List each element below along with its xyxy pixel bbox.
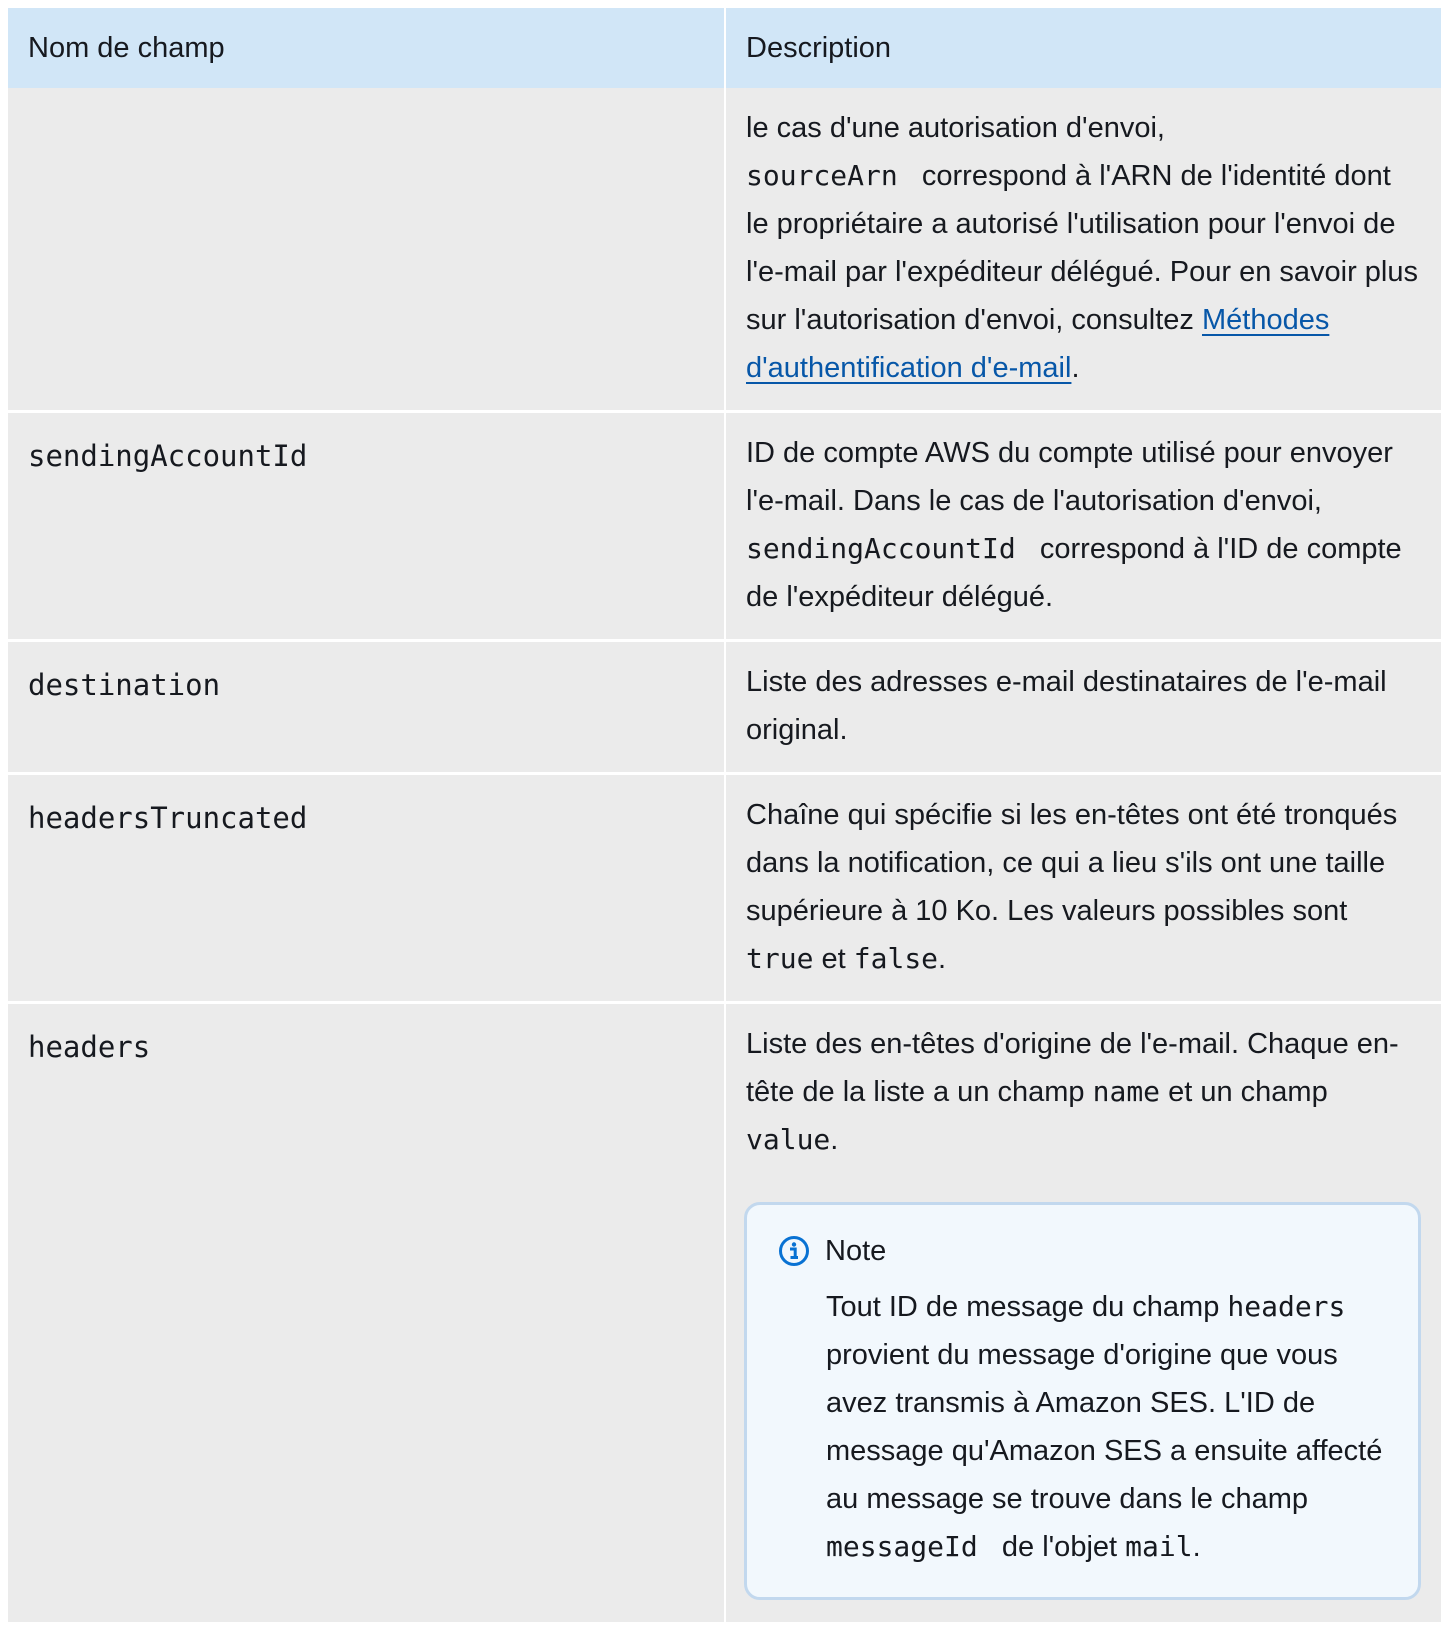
note-text: . xyxy=(1192,1531,1201,1563)
description-text: Liste des adresses e-mail destinataires … xyxy=(746,666,1387,746)
description-paragraph: Liste des en-têtes d'origine de l'e-mail… xyxy=(746,1020,1421,1164)
description-text: . xyxy=(938,943,947,975)
code-false: false xyxy=(853,942,939,975)
table-row: le cas d'une autorisation d'envoi, sourc… xyxy=(8,88,1441,412)
code-true: true xyxy=(746,942,814,975)
field-name-cell: headersTruncated xyxy=(28,801,308,835)
description-cell: Liste des adresses e-mail destinataires … xyxy=(724,640,1441,774)
description-text: . xyxy=(1071,352,1080,384)
code-mail: mail xyxy=(1125,1530,1193,1563)
description-cell: ID de compte AWS du compte utilisé pour … xyxy=(724,411,1441,641)
table-row: headers Liste des en-têtes d'origine de … xyxy=(8,1002,1441,1622)
header-description: Description xyxy=(724,8,1441,88)
note-text: de l'objet xyxy=(1001,1531,1118,1563)
info-icon xyxy=(777,1234,811,1268)
field-name-cell: destination xyxy=(28,668,221,702)
note-body: Tout ID de message du champ headers prov… xyxy=(826,1283,1384,1571)
description-cell: le cas d'une autorisation d'envoi, sourc… xyxy=(724,88,1441,412)
description-text: . xyxy=(830,1124,839,1156)
note-text: Tout ID de message du champ xyxy=(826,1291,1220,1323)
fields-table: Nom de champ Description le cas d'une au… xyxy=(8,8,1441,1622)
field-name-cell xyxy=(8,88,725,412)
code-sourcearn: sourceArn xyxy=(746,159,898,192)
note-text: provient du message d'origine que vous a… xyxy=(826,1339,1383,1515)
description-cell: Chaîne qui spécifie si les en-têtes ont … xyxy=(724,773,1441,1003)
code-sendingaccountid: sendingAccountId xyxy=(746,532,1016,565)
code-value: value xyxy=(746,1123,831,1156)
table-row: headersTruncated Chaîne qui spécifie si … xyxy=(8,773,1441,1003)
note-header: Note xyxy=(777,1227,1384,1275)
table-header-row: Nom de champ Description xyxy=(8,8,1441,88)
description-cell: Liste des en-têtes d'origine de l'e-mail… xyxy=(724,1002,1441,1622)
code-messageid: messageId xyxy=(826,1530,978,1563)
description-text: et xyxy=(821,943,846,975)
code-headers: headers xyxy=(1227,1290,1346,1323)
description-text: ID de compte AWS du compte utilisé pour … xyxy=(746,437,1393,517)
field-name-cell: sendingAccountId xyxy=(28,439,308,473)
code-name: name xyxy=(1092,1075,1161,1108)
note-title: Note xyxy=(825,1235,887,1267)
field-name-cell: headers xyxy=(28,1030,151,1064)
description-text: le cas d'une autorisation d'envoi, xyxy=(746,112,1165,144)
description-text: Chaîne qui spécifie si les en-têtes ont … xyxy=(746,799,1398,927)
table-row: sendingAccountId ID de compte AWS du com… xyxy=(8,411,1441,641)
header-field-name: Nom de champ xyxy=(8,8,725,88)
description-text: et un champ xyxy=(1168,1076,1328,1108)
note-callout: Note Tout ID de message du champ headers… xyxy=(744,1202,1421,1600)
table-row: destination Liste des adresses e-mail de… xyxy=(8,640,1441,774)
